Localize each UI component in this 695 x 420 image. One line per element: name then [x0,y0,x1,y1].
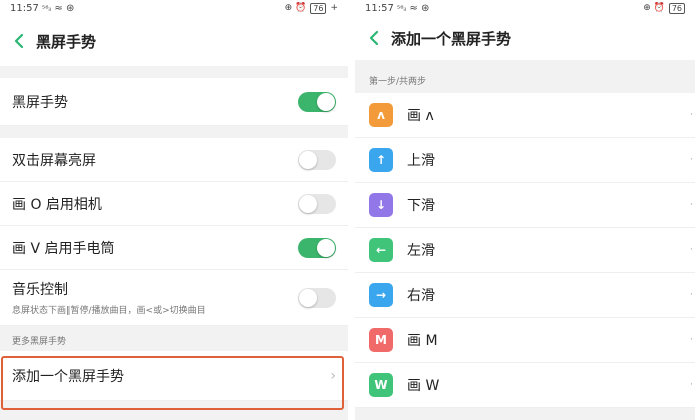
arrow-down-icon: ↓ [369,193,393,217]
page-title: 添加一个黑屏手势 [391,29,512,48]
step-caption: 第一步/共两步 [355,60,695,93]
gesture-item-swipe-down[interactable]: ↓ 下滑 · [355,183,695,228]
status-bar: 11:57 ⁵⁶ᵢₗ ≈ ⊛ ⊕ ⏰ 76 + [0,0,348,16]
page-title: 黑屏手势 [36,32,97,51]
row-edge-mark: · [689,334,693,346]
row-edge-mark: · [689,154,693,166]
back-arrow-icon[interactable] [8,30,30,52]
music-control-toggle[interactable] [298,287,336,308]
letter-m-icon: M [369,328,393,352]
gesture-list: ʌ 画 ʌ · ↑ 上滑 · ↓ 下滑 · ← 左滑 · → 右滑 · M 画 … [355,93,695,408]
gesture-item-draw-caret[interactable]: ʌ 画 ʌ · [355,93,695,138]
row-label: 画 O 启用相机 [12,196,102,213]
black-screen-gesture-row[interactable]: 黑屏手势 [0,78,348,126]
caret-icon: ʌ [369,103,393,127]
music-control-row[interactable]: 音乐控制 息屏状态下画‖暂停/播放曲目，画<或>切换曲目 [0,270,348,326]
letter-w-icon: W [369,373,393,397]
draw-v-flashlight-row[interactable]: 画 V 启用手电筒 [0,226,348,270]
row-edge-mark: · [689,289,693,301]
back-arrow-icon[interactable] [363,27,385,49]
sync-icon: ⊛ [65,2,75,14]
alarm-icon: ⊕ ⏰ [643,3,665,13]
double-tap-wake-row[interactable]: 双击屏幕亮屏 [0,138,348,182]
row-edge-mark: · [689,199,693,211]
status-time: 11:57 ⁵⁶ᵢₗ ≈ ⊛ [365,2,430,14]
add-gesture-screen: 11:57 ⁵⁶ᵢₗ ≈ ⊛ ⊕ ⏰ 76 添加一个黑屏手势 第一步/共两步 ʌ… [355,0,695,420]
gesture-label: 左滑 [407,243,435,259]
chevron-right-icon: › [330,367,336,384]
draw-o-camera-toggle[interactable] [298,193,336,214]
status-bar: 11:57 ⁵⁶ᵢₗ ≈ ⊛ ⊕ ⏰ 76 [355,0,695,16]
gesture-label: 上滑 [407,153,435,169]
sync-icon: ⊛ [420,2,430,14]
draw-o-camera-row[interactable]: 画 O 启用相机 [0,182,348,226]
row-edge-mark: · [689,379,693,391]
gesture-item-swipe-left[interactable]: ← 左滑 · [355,228,695,273]
gesture-label: 画 M [407,333,438,349]
gesture-item-draw-m[interactable]: M 画 M · [355,318,695,363]
gesture-label: 画 W [407,378,440,394]
title-bar: 黑屏手势 [0,16,348,66]
gesture-label: 下滑 [407,198,435,214]
wifi-icon: ≈ [409,2,418,14]
double-tap-wake-toggle[interactable] [298,149,336,170]
gesture-item-draw-w[interactable]: W 画 W · [355,363,695,408]
status-right: ⊕ ⏰ 76 + [284,2,338,14]
gesture-label: 右滑 [407,288,435,304]
row-label: 画 V 启用手电筒 [12,240,115,257]
draw-v-flashlight-toggle[interactable] [298,237,336,258]
row-label: 添加一个黑屏手势 [12,368,124,385]
gesture-item-swipe-up[interactable]: ↑ 上滑 · [355,138,695,183]
row-label: 音乐控制 [12,282,68,298]
status-right: ⊕ ⏰ 76 [643,2,685,14]
black-screen-gesture-toggle[interactable] [298,91,336,112]
battery-icon: 76 [668,2,685,14]
row-edge-mark: · [689,244,693,256]
arrow-left-icon: ← [369,238,393,262]
row-edge-mark: · [689,109,693,121]
battery-icon: 76 [310,2,327,14]
status-time: 11:57 ⁵⁶ᵢₗ ≈ ⊛ [10,2,75,14]
gesture-label: 画 ʌ [407,108,434,124]
more-gestures-caption: 更多黑屏手势 [0,326,348,351]
wifi-icon: ≈ [54,2,63,14]
add-gesture-row[interactable]: 添加一个黑屏手势 › [0,351,348,401]
row-label: 双击屏幕亮屏 [12,152,96,169]
alarm-icon: ⊕ ⏰ [284,3,307,13]
charging-icon: + [330,3,338,13]
row-description: 息屏状态下画‖暂停/播放曲目，画<或>切换曲目 [12,306,206,316]
row-label: 黑屏手势 [12,94,68,111]
arrow-right-icon: → [369,283,393,307]
arrow-up-icon: ↑ [369,148,393,172]
settings-screen: 11:57 ⁵⁶ᵢₗ ≈ ⊛ ⊕ ⏰ 76 + 黑屏手势 黑屏手势 双击屏幕亮屏… [0,0,348,420]
gesture-item-swipe-right[interactable]: → 右滑 · [355,273,695,318]
title-bar: 添加一个黑屏手势 [355,16,695,60]
